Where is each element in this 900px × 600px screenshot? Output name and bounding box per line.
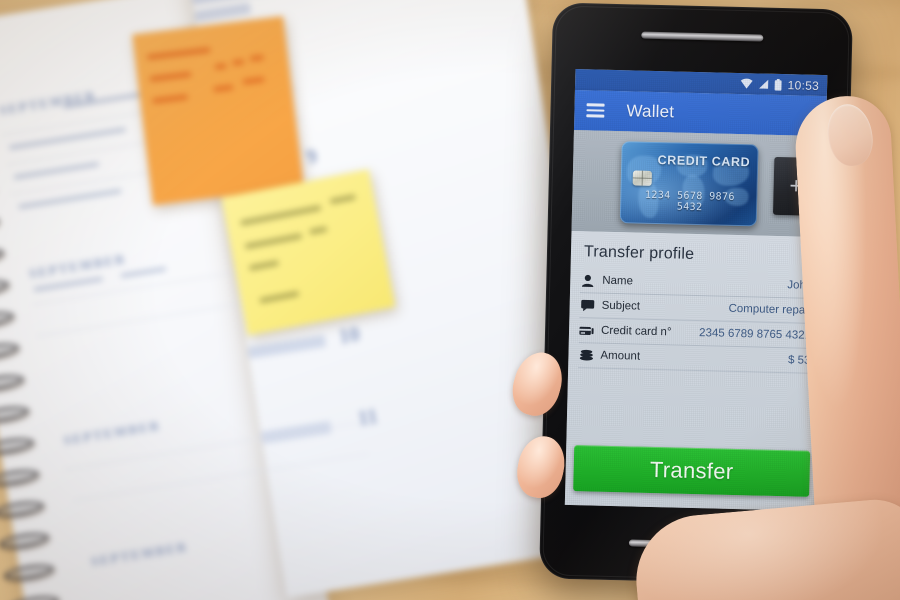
person-icon — [580, 273, 595, 287]
profile-row-value: $ 53 — [787, 354, 811, 367]
spiral-planner: SEPTEMBER SEPTEMBER SEPTEMBER SEPTEMBER … — [0, 0, 613, 600]
app-bar: Wallet — [573, 89, 827, 137]
phone-screen: 10:53 Wallet CREDIT CARD 1234 5678 9876 … — [564, 68, 828, 512]
profile-row-label: Name — [602, 274, 634, 288]
profile-row-value: John — [787, 279, 813, 292]
planner-day-number: 10 — [336, 321, 362, 349]
transfer-profile-panel: Transfer profile Name John Subject Compu… — [564, 230, 824, 512]
credit-card-label: CREDIT CARD — [657, 152, 751, 169]
sticky-note-orange — [132, 16, 304, 206]
battery-icon — [775, 78, 783, 91]
sticky-note-yellow — [221, 169, 396, 336]
transfer-button[interactable]: Transfer — [573, 445, 811, 497]
profile-row-label: Credit card n° — [600, 324, 672, 339]
signal-icon — [759, 79, 769, 89]
profile-row-label: Subject — [601, 299, 641, 313]
smartphone: 10:53 Wallet CREDIT CARD 1234 5678 9876 … — [539, 2, 853, 586]
credit-card-icon — [579, 323, 594, 337]
card-carousel: CREDIT CARD 1234 5678 9876 5432 + — [571, 129, 826, 238]
section-title: Transfer profile — [583, 243, 695, 263]
profile-row-amount[interactable]: Amount $ 53 — [578, 343, 811, 374]
chat-bubble-icon — [580, 298, 595, 312]
planner-day-number: 11 — [356, 403, 380, 431]
credit-card-number: 1234 5678 9876 5432 — [644, 189, 735, 213]
add-card-button[interactable]: + — [772, 156, 820, 216]
credit-card[interactable]: CREDIT CARD 1234 5678 9876 5432 — [619, 140, 759, 226]
coins-icon — [578, 348, 593, 362]
wifi-icon — [741, 78, 754, 89]
status-bar-clock: 10:53 — [787, 77, 820, 93]
profile-row-label: Amount — [600, 349, 641, 363]
chip-icon — [632, 169, 653, 186]
hamburger-menu-icon[interactable] — [586, 103, 605, 118]
profile-row-value: 2345 6789 8765 4321 — [698, 327, 812, 342]
page-title: Wallet — [626, 101, 675, 122]
transfer-button-container: Transfer — [573, 445, 811, 497]
scene: SEPTEMBER SEPTEMBER SEPTEMBER SEPTEMBER … — [0, 0, 900, 600]
profile-row-value: Computer repair — [728, 302, 812, 317]
